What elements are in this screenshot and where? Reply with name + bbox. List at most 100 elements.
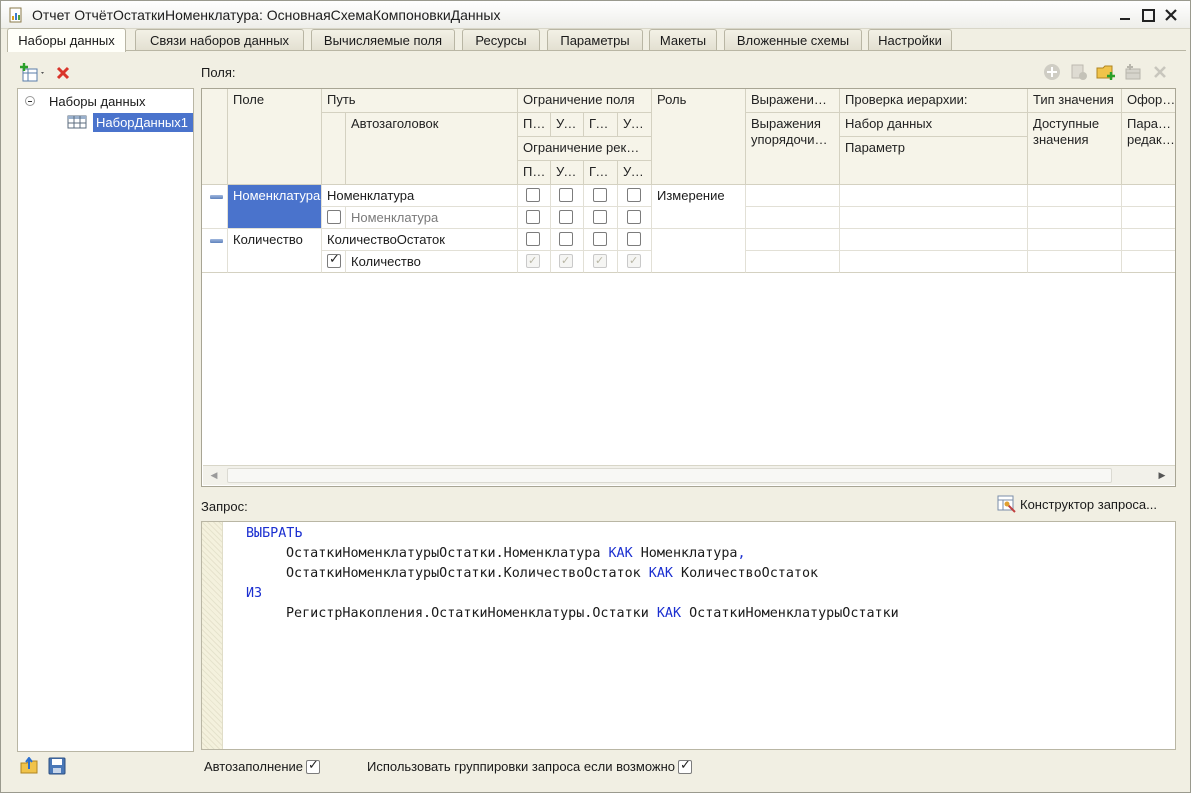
query-editor[interactable]: ВЫБРАТЬ ОстаткиНоменклатурыОстатки.Номенк…	[201, 521, 1176, 750]
col-header-format[interactable]: Оформление	[1122, 89, 1175, 113]
scrollbar-thumb[interactable]	[227, 468, 1112, 483]
save-icon[interactable]	[48, 757, 66, 775]
remove-field-button[interactable]	[1149, 61, 1171, 83]
autofill-option[interactable]: Автозаполнение	[204, 758, 321, 774]
delete-icon[interactable]	[55, 65, 71, 81]
col-header-path[interactable]: Путь	[322, 89, 518, 113]
table-cell-edit-params[interactable]	[1122, 207, 1175, 229]
attr-restriction-checkbox[interactable]	[593, 210, 607, 224]
tab-templates[interactable]: Макеты	[649, 29, 717, 51]
col-header-dataset[interactable]: Набор данных	[840, 113, 1028, 137]
close-button[interactable]	[1160, 5, 1182, 25]
add-table-button[interactable]	[1122, 61, 1144, 83]
table-cell-format[interactable]	[1122, 185, 1175, 207]
use-grouping-checkbox[interactable]	[678, 758, 693, 774]
col-header-edit-params[interactable]: Параметры редактирования	[1122, 113, 1175, 185]
query-constructor-button[interactable]: Конструктор запроса...	[997, 495, 1157, 513]
table-cell-restr[interactable]	[618, 229, 652, 251]
col-header-restr-group[interactable]: Группировка	[584, 113, 618, 137]
query-line[interactable]: ИЗ	[246, 586, 262, 601]
col-header-role[interactable]: Роль	[652, 89, 746, 185]
collapse-icon[interactable]	[25, 96, 35, 106]
table-cell-available[interactable]	[1028, 207, 1122, 229]
table-cell-path[interactable]: Номенклатура	[322, 185, 518, 207]
restriction-checkbox[interactable]	[593, 188, 607, 202]
minimize-button[interactable]	[1114, 5, 1136, 25]
table-cell-field[interactable]: Количество	[228, 229, 322, 273]
table-cell-hier-dataset[interactable]	[840, 229, 1028, 251]
table-cell-restr[interactable]	[551, 185, 584, 207]
col-header-order-expressions[interactable]: Выражения упорядочивания	[746, 113, 840, 185]
col-header-field[interactable]: Поле	[228, 89, 322, 185]
add-object-button[interactable]	[1068, 61, 1090, 83]
restriction-checkbox[interactable]	[593, 232, 607, 246]
restriction-checkbox[interactable]	[526, 232, 540, 246]
restriction-checkbox[interactable]	[627, 188, 641, 202]
table-cell-autotitle-check[interactable]	[322, 251, 346, 273]
table-cell-value-type[interactable]	[1028, 229, 1122, 251]
table-cell-path[interactable]: КоличествоОстаток	[322, 229, 518, 251]
open-folder-icon[interactable]	[20, 757, 40, 775]
scroll-right-icon[interactable]: ▶	[1151, 466, 1173, 485]
query-line[interactable]: ОстаткиНоменклатурыОстатки.Номенклатура …	[286, 546, 746, 561]
col-header-restr-field[interactable]: Поле	[518, 113, 551, 137]
col-header-attr-restriction[interactable]: Ограничение реквизитов	[518, 137, 652, 161]
col-header-restr-order[interactable]: Упорядочивание	[618, 113, 652, 137]
tab-nested-schemas[interactable]: Вложенные схемы	[724, 29, 862, 51]
tab-parameters[interactable]: Параметры	[547, 29, 643, 51]
attr-restriction-checkbox[interactable]	[627, 210, 641, 224]
table-cell-role[interactable]	[652, 229, 746, 273]
table-cell-hier-param[interactable]	[840, 251, 1028, 273]
horizontal-scrollbar[interactable]: ◀ ▶	[203, 465, 1175, 485]
col-header-autotitle[interactable]: Автозаголовок	[346, 113, 518, 185]
table-cell-order-expr[interactable]	[746, 251, 840, 273]
table-cell-attr-restr[interactable]	[584, 207, 618, 229]
tab-dataset-links[interactable]: Связи наборов данных	[135, 29, 304, 51]
autotitle-checkbox[interactable]	[327, 252, 341, 268]
tab-calculated-fields[interactable]: Вычисляемые поля	[311, 29, 455, 51]
restriction-checkbox[interactable]	[559, 188, 573, 202]
restriction-checkbox[interactable]	[627, 232, 641, 246]
table-cell-restr[interactable]	[584, 185, 618, 207]
col-header-attr-order[interactable]: Упорядочивание	[618, 161, 652, 185]
collapse-row-icon[interactable]	[210, 239, 223, 243]
table-cell-restr[interactable]	[518, 229, 551, 251]
query-line[interactable]: ВЫБРАТЬ	[246, 526, 302, 541]
col-header-restr-condition[interactable]: Условие	[551, 113, 584, 137]
col-header-value-type[interactable]: Тип значения	[1028, 89, 1122, 113]
row-marker[interactable]	[202, 229, 228, 273]
col-header-parameter[interactable]: Параметр	[840, 137, 1028, 185]
table-cell-title[interactable]: Номенклатура	[346, 207, 518, 229]
table-cell-autotitle-check[interactable]	[322, 207, 346, 229]
tab-datasets[interactable]: Наборы данных	[7, 28, 126, 52]
add-folder-button[interactable]	[1095, 61, 1117, 83]
row-marker[interactable]	[202, 185, 228, 229]
col-header-available-values[interactable]: Доступные значения	[1028, 113, 1122, 185]
col-header-attr-condition[interactable]: Условие	[551, 161, 584, 185]
autofill-checkbox[interactable]	[306, 758, 321, 774]
table-cell-restr[interactable]	[551, 229, 584, 251]
autotitle-checkbox[interactable]	[327, 210, 341, 224]
tab-resources[interactable]: Ресурсы	[462, 29, 540, 51]
attr-restriction-checkbox[interactable]	[559, 210, 573, 224]
restriction-checkbox[interactable]	[526, 188, 540, 202]
table-cell-role[interactable]: Измерение	[652, 185, 746, 229]
table-cell-title[interactable]: Количество	[346, 251, 518, 273]
table-cell-hier-dataset[interactable]	[840, 185, 1028, 207]
maximize-button[interactable]	[1137, 5, 1159, 25]
attr-restriction-checkbox[interactable]	[526, 210, 540, 224]
table-cell-available[interactable]	[1028, 251, 1122, 273]
tab-settings[interactable]: Настройки	[868, 29, 952, 51]
collapse-row-icon[interactable]	[210, 195, 223, 199]
table-cell-format[interactable]	[1122, 229, 1175, 251]
restriction-checkbox[interactable]	[559, 232, 573, 246]
table-cell-hier-param[interactable]	[840, 207, 1028, 229]
scroll-left-icon[interactable]: ◀	[203, 466, 225, 485]
tree-root[interactable]: Наборы данных	[25, 93, 146, 109]
table-cell-field[interactable]: Номенклатура	[228, 185, 322, 229]
table-cell-restr[interactable]	[584, 229, 618, 251]
col-header-hierarchy-check[interactable]: Проверка иерархии:	[840, 89, 1028, 113]
table-cell-value-type[interactable]	[1028, 185, 1122, 207]
table-cell-expression[interactable]	[746, 185, 840, 207]
table-cell-attr-restr[interactable]	[518, 207, 551, 229]
